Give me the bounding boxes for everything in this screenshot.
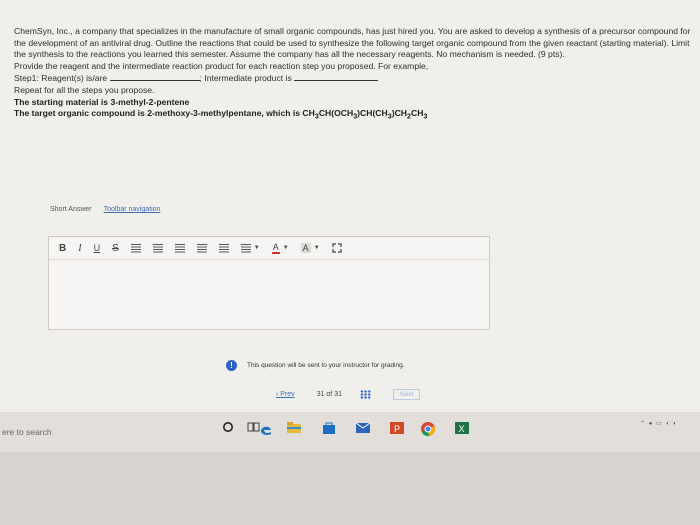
chevron-down-icon: ▼ (313, 245, 320, 251)
indent-button[interactable] (218, 243, 229, 253)
font-color-button[interactable]: A ▼ (271, 242, 289, 254)
store-icon[interactable] (321, 421, 337, 435)
grading-notice: ! This question will be sent to your ins… (226, 360, 405, 371)
mail-icon[interactable] (355, 421, 371, 434)
bullet-list-icon (240, 243, 251, 253)
powerpoint-icon[interactable]: P (389, 421, 405, 435)
toolbar-navigation-link[interactable]: Toolbar navigation (104, 206, 161, 213)
question-grid-icon[interactable] (360, 390, 371, 399)
edge-icon[interactable] (258, 421, 274, 437)
fullscreen-button[interactable] (332, 243, 342, 253)
question-count: 31 of 31 (316, 391, 342, 398)
excel-icon[interactable]: X (454, 421, 470, 435)
answer-header: Short Answer Toolbar navigation (50, 206, 160, 213)
reagent-blank (109, 72, 200, 82)
outdent-icon (196, 243, 207, 253)
info-icon: ! (226, 360, 237, 371)
short-answer-label: Short Answer (50, 206, 92, 213)
file-explorer-icon[interactable] (286, 421, 302, 434)
italic-button[interactable]: I (78, 243, 81, 254)
editor-toolbar: B I U S ▼ A ▼ A ▼ (49, 237, 489, 260)
highlight-color-button[interactable]: A ▼ (300, 243, 320, 253)
indent-icon (218, 243, 229, 253)
question-instruction: Provide the reagent and the intermediate… (14, 60, 429, 71)
step-example: Step1: Reagent(s) is/are ; Intermediate … (14, 72, 694, 85)
target-compound: The target organic compound is 2-methoxy… (14, 108, 428, 121)
repeat-note: Repeat for all the steps you propose. (14, 84, 155, 95)
answer-text-area[interactable] (49, 260, 489, 329)
chevron-down-icon: ▼ (282, 245, 289, 251)
prev-button[interactable]: ‹ Prev (276, 391, 295, 398)
intermediate-blank (294, 72, 379, 82)
expand-icon (332, 243, 342, 253)
bullet-list-button[interactable]: ▼ (240, 243, 260, 253)
strikethrough-button[interactable]: S (112, 243, 119, 254)
system-tray[interactable]: ⌃ ● ▭ ◖ ◗ (640, 420, 677, 427)
svg-text:P: P (394, 424, 400, 434)
align-center-button[interactable] (152, 243, 163, 253)
align-center-icon (152, 243, 163, 253)
chrome-icon[interactable] (420, 421, 436, 437)
next-button[interactable]: Next (393, 389, 421, 400)
chevron-down-icon: ▼ (253, 245, 260, 251)
svg-text:X: X (459, 424, 465, 434)
bold-button[interactable]: B (59, 243, 66, 254)
grading-notice-text: This question will be sent to your instr… (247, 362, 405, 369)
underline-button[interactable]: U (94, 243, 101, 253)
screen: ChemSyn, Inc., a company that specialize… (0, 0, 700, 412)
step-prefix: Step1: Reagent(s) is/are (14, 73, 108, 84)
desk-surface (0, 452, 700, 525)
cortana-icon[interactable] (222, 421, 234, 433)
taskbar-search[interactable]: ere to search (2, 427, 52, 437)
taskbar: ere to search P X ⌃ ● ▭ ◖ ◗ (0, 412, 700, 452)
starting-material: The starting material is 3-methyl-2-pent… (14, 96, 190, 107)
outdent-button[interactable] (196, 243, 207, 253)
align-right-icon (174, 243, 185, 253)
align-right-button[interactable] (174, 243, 185, 253)
align-left-icon (130, 243, 141, 253)
align-left-button[interactable] (130, 243, 141, 253)
question-pager: ‹ Prev 31 of 31 Next (276, 389, 421, 400)
question-paragraph: ChemSyn, Inc., a company that specialize… (14, 26, 691, 60)
answer-editor: B I U S ▼ A ▼ A ▼ (48, 236, 490, 330)
step-middle: ; Intermediate product is (199, 73, 292, 84)
question-text: ChemSyn, Inc., a company that specialize… (14, 26, 694, 123)
